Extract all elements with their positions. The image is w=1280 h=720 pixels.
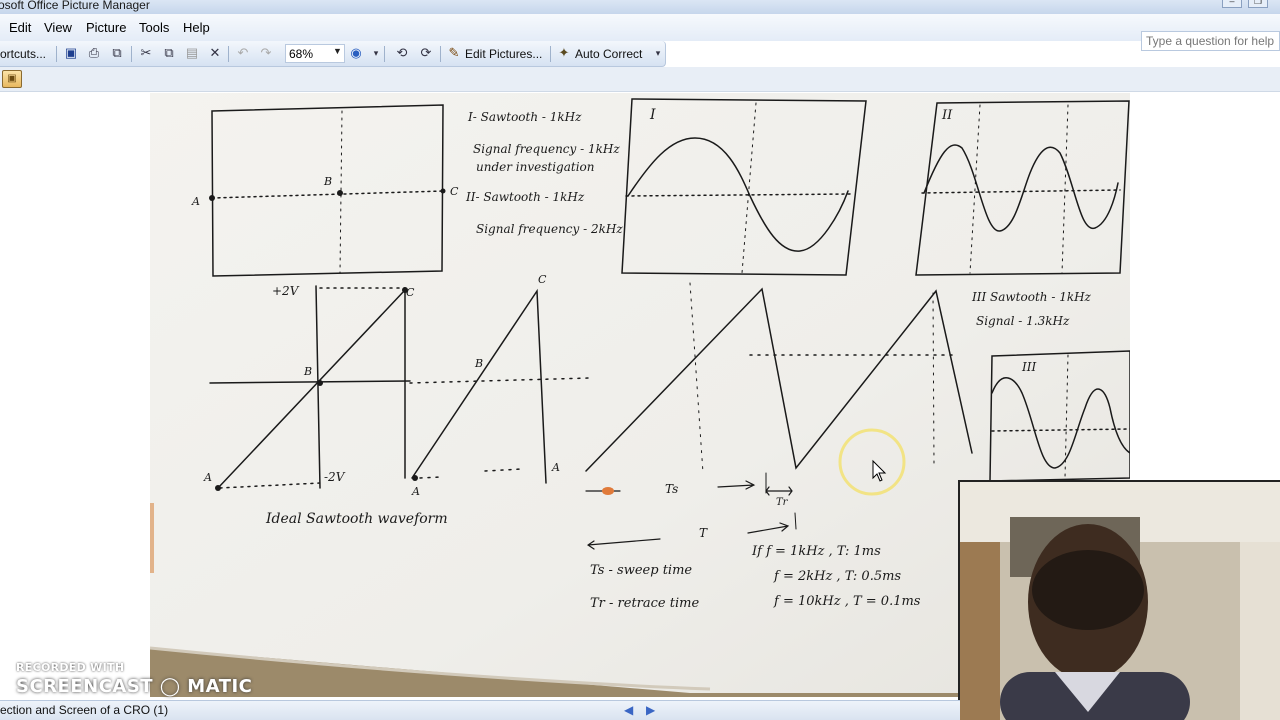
auto-correct-button[interactable]: Auto Correct [575,44,642,64]
paste-icon[interactable]: ▤ [184,45,200,61]
status-bar: ection and Screen of a CRO (1) ◀ ▶ [0,700,960,720]
email-icon[interactable]: ⧉ [109,45,125,61]
thumbnail-strip: ▣ [0,67,1280,92]
minimize-icon[interactable]: – [1222,0,1242,8]
label-a-saw3: A [551,461,560,474]
label-b-box: B [323,175,332,188]
title-bar: rosoft Office Picture Manager – ❐ [0,0,1280,14]
toolbar-separator [550,46,551,62]
webcam-overlay [958,480,1280,720]
label-minus2v: -2V [324,470,346,484]
toolbar-separator [440,46,441,62]
redo-icon[interactable]: ↷ [258,45,274,61]
rotate-left-icon[interactable]: ⟲ [394,45,410,61]
note-i-2: Signal frequency - 1kHz [473,142,620,156]
label-b-saw: B [303,365,312,378]
label-t: T [699,526,708,540]
presenter-video [960,482,1280,720]
label-c-saw: C [406,286,415,299]
help-search-input[interactable]: Type a question for help [1141,31,1280,51]
window-title: rosoft Office Picture Manager [0,0,150,12]
note-i-3: under investigation [476,160,595,174]
freq-line-3: f = 10kHz , T = 0.1ms [773,594,921,609]
menu-bar: Edit View Picture Tools Help Type a ques… [0,14,1280,51]
label-tr: Tr [776,497,789,508]
watermark-logo: SCREENCAST ◯ MATIC [16,676,253,697]
help-icon[interactable]: ◉ [348,45,364,61]
restore-icon[interactable]: ❐ [1248,0,1268,8]
menu-view[interactable]: View [44,20,72,35]
auto-correct-icon[interactable]: ✦ [556,45,572,61]
toolbar-options-icon[interactable]: ▾ [368,45,384,61]
menu-picture[interactable]: Picture [86,20,126,35]
note-iii-2: Signal - 1.3kHz [976,314,1070,328]
note-ii-1: II- Sawtooth - 1kHz [465,190,585,204]
toolbar-separator [384,46,385,62]
label-a-saw2: A [411,485,420,498]
menu-help[interactable]: Help [183,20,210,35]
toolbar-separator [228,46,229,62]
menu-tools[interactable]: Tools [139,20,169,35]
standard-toolbar: ortcuts... ▣ ⎙ ⧉ ✂ ⧉ ▤ ✕ ↶ ↷ 68% ▼ ◉ ▾ ⟲… [0,41,666,67]
label-a-saw: A [203,471,212,484]
next-picture-icon[interactable]: ▶ [646,703,655,717]
note-i-1: I- Sawtooth - 1kHz [467,110,582,124]
toolbar-separator [131,46,132,62]
copy-icon[interactable]: ⧉ [161,45,177,61]
tr-definition: Tr - retrace time [590,596,699,611]
toolbar-options-icon[interactable]: ▾ [650,45,666,61]
label-ts: Ts [665,482,678,496]
note-ii-2: Signal frequency - 2kHz [476,222,623,236]
ts-definition: Ts - sweep time [590,563,692,578]
menu-edit[interactable]: Edit [9,20,31,35]
label-c-box: C [450,185,459,198]
label-c-saw2: C [538,273,547,286]
print-icon[interactable]: ⎙ [86,45,102,61]
picture-shortcuts-icon[interactable]: ▣ [2,70,22,88]
label-a-box: A [191,195,200,208]
chevron-down-icon[interactable]: ▼ [333,46,342,56]
shortcuts-button[interactable]: ortcuts... [0,44,46,64]
cut-icon[interactable]: ✂ [138,45,154,61]
note-iii-1: III Sawtooth - 1kHz [971,290,1092,304]
freq-line-1: If f = 1kHz , T: 1ms [751,544,881,559]
label-box-iii: III [1021,360,1036,374]
edit-pictures-button[interactable]: Edit Pictures... [465,44,542,64]
previous-picture-icon[interactable]: ◀ [624,703,633,717]
freq-line-2: f = 2kHz , T: 0.5ms [773,569,901,584]
watermark-line1: RECORDED WITH [16,661,125,674]
label-b-saw2: B [474,357,483,370]
delete-icon[interactable]: ✕ [207,45,223,61]
label-plus2v: +2V [272,284,300,298]
toolbar-separator [56,46,57,62]
label-box-ii: II [941,108,953,123]
undo-icon[interactable]: ↶ [235,45,251,61]
screencast-watermark: RECORDED WITH SCREENCAST ◯ MATIC [16,661,252,697]
label-box-i: I [649,107,656,123]
ideal-sawtooth-caption: Ideal Sawtooth waveform [265,511,448,527]
status-filename: ection and Screen of a CRO (1) [0,703,169,717]
rotate-right-icon[interactable]: ⟳ [418,45,434,61]
save-icon[interactable]: ▣ [63,45,79,61]
edit-pictures-icon[interactable]: ✎ [446,45,462,61]
